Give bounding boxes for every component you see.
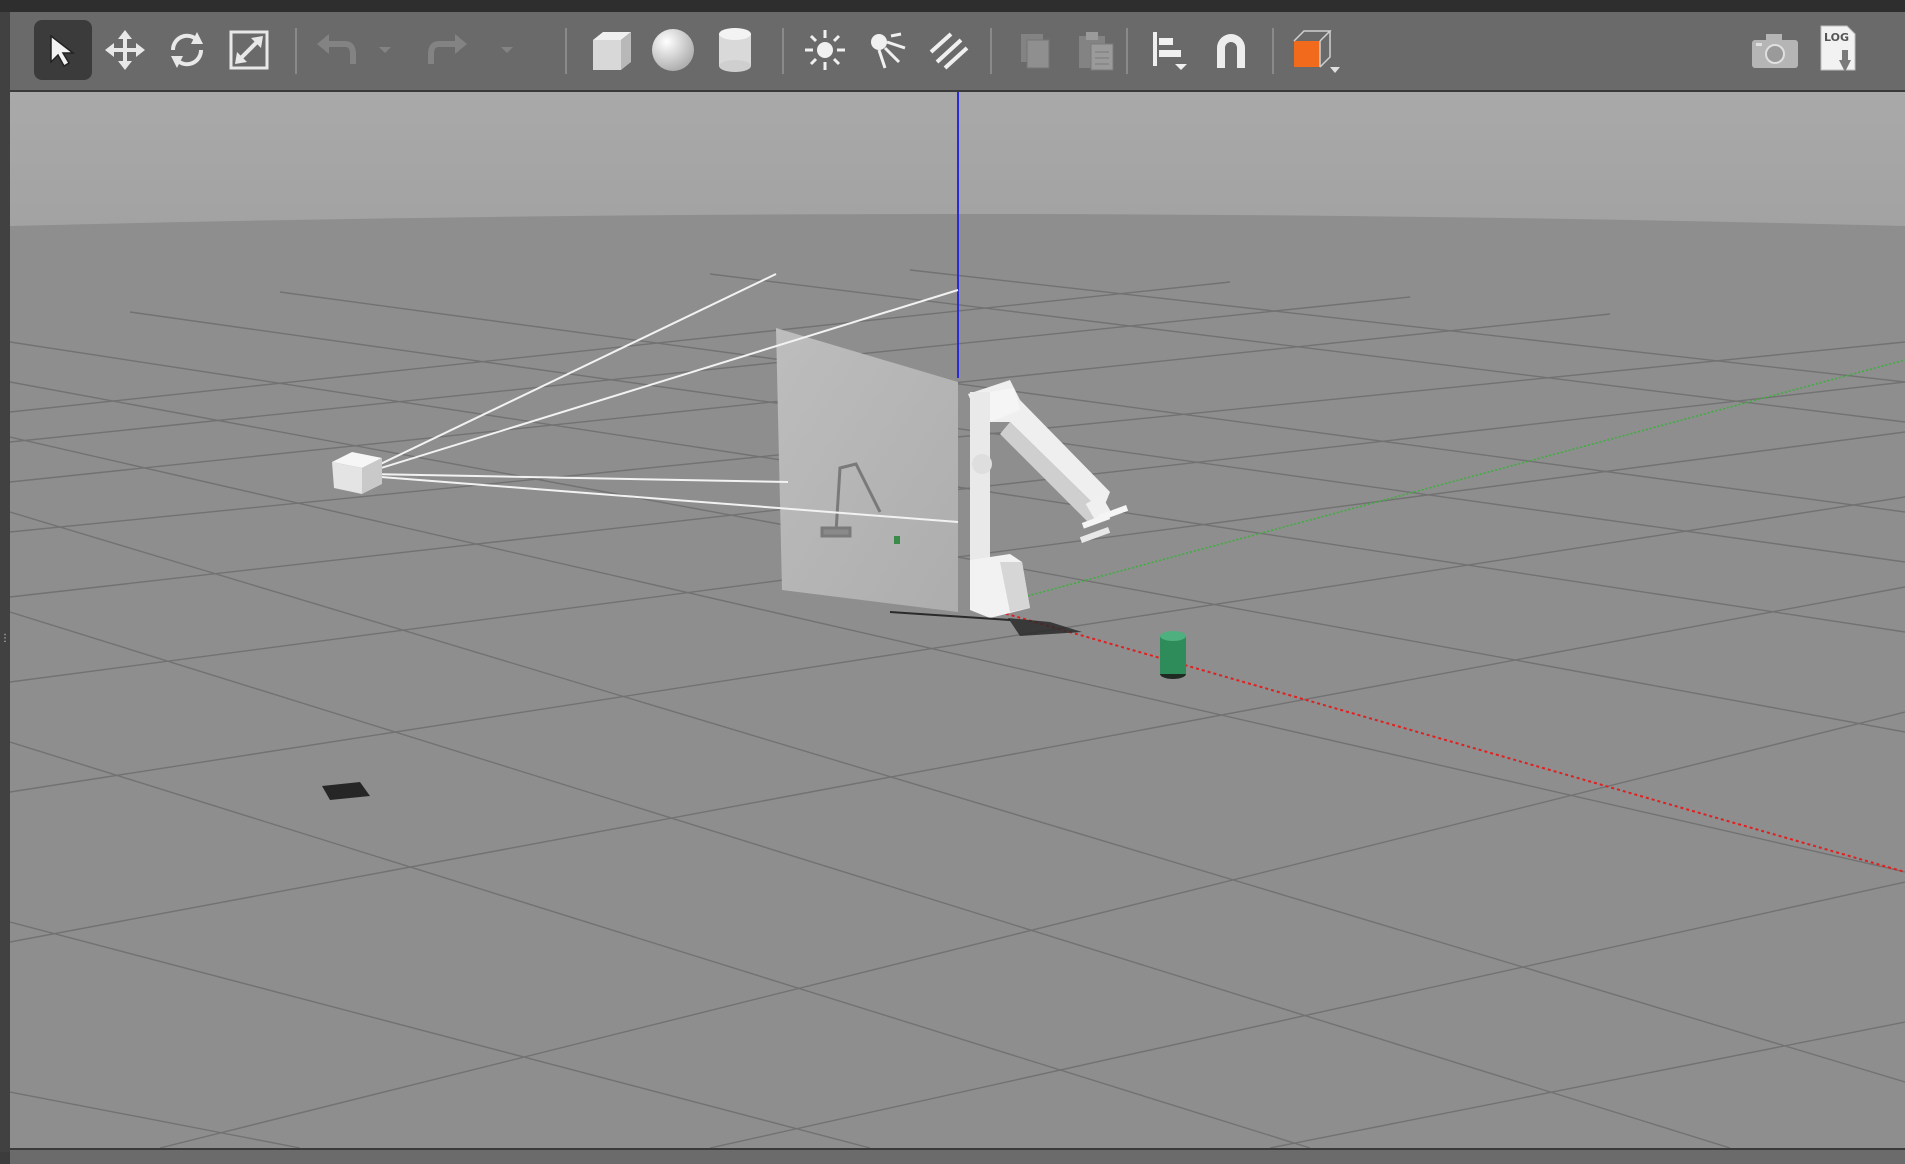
- sphere-shape-button[interactable]: [644, 20, 702, 80]
- 3d-scene-viewport[interactable]: [10, 92, 1905, 1148]
- point-light-icon: [805, 30, 845, 70]
- translate-tool-button[interactable]: [96, 20, 154, 80]
- left-panel-edge: ⋮: [0, 12, 10, 1152]
- align-button[interactable]: [1140, 20, 1198, 80]
- box-shape-icon: [593, 32, 631, 70]
- magnet-snap-icon: [1217, 34, 1245, 68]
- cylinder-shape-icon: [719, 28, 751, 72]
- toolbar-separator: [990, 28, 992, 74]
- camera-image-cylinder: [894, 536, 900, 544]
- toolbar-separator: [295, 28, 297, 74]
- scale-icon: [229, 30, 269, 70]
- log-label: LOG: [1824, 31, 1849, 44]
- point-light-button[interactable]: [796, 20, 854, 80]
- paste-icon: [1079, 32, 1114, 71]
- dropdown-arrow-icon: [379, 47, 391, 53]
- toolbar: LOG: [10, 12, 1905, 92]
- toolbar-separator: [565, 28, 567, 74]
- redo-history-dropdown[interactable]: [492, 20, 522, 80]
- panel-splitter-handle[interactable]: ⋮: [0, 634, 10, 652]
- select-arrow-icon: [50, 34, 76, 68]
- copy-button[interactable]: [1004, 20, 1062, 80]
- spot-light-icon: [871, 32, 906, 69]
- log-button[interactable]: LOG: [1810, 20, 1868, 80]
- view-angle-cube-icon: [1293, 30, 1340, 73]
- toolbar-separator: [1126, 28, 1128, 74]
- copy-icon: [1021, 34, 1050, 69]
- camera-sensor[interactable]: [332, 452, 382, 494]
- undo-button[interactable]: [306, 20, 364, 80]
- scale-tool-button[interactable]: [220, 20, 278, 80]
- directional-light-icon: [929, 32, 969, 70]
- title-strip: [0, 0, 1905, 12]
- undo-history-dropdown[interactable]: [370, 20, 400, 80]
- select-tool-button[interactable]: [34, 20, 92, 80]
- redo-icon: [428, 34, 467, 64]
- align-icon: [1153, 32, 1187, 70]
- paste-button[interactable]: [1066, 20, 1124, 80]
- cylinder-shape-button[interactable]: [706, 20, 764, 80]
- toolbar-separator: [1272, 28, 1274, 74]
- screenshot-button[interactable]: [1746, 20, 1804, 80]
- dropdown-arrow-icon: [501, 47, 513, 53]
- rotate-icon: [170, 32, 204, 68]
- camera-icon: [1752, 34, 1798, 68]
- sphere-shape-icon: [652, 29, 694, 71]
- spot-light-button[interactable]: [858, 20, 916, 80]
- green-cylinder[interactable]: [1160, 631, 1186, 679]
- status-bar: [10, 1148, 1905, 1164]
- snap-button[interactable]: [1202, 20, 1260, 80]
- translate-icon: [105, 30, 145, 70]
- view-angle-button[interactable]: [1286, 20, 1344, 80]
- directional-light-button[interactable]: [920, 20, 978, 80]
- log-record-icon: LOG: [1817, 24, 1861, 76]
- rotate-tool-button[interactable]: [158, 20, 216, 80]
- redo-button[interactable]: [420, 20, 478, 80]
- undo-icon: [317, 34, 356, 64]
- box-shape-button[interactable]: [582, 20, 640, 80]
- toolbar-separator: [782, 28, 784, 74]
- gazebo-window: ⋮ LOG: [0, 0, 1905, 1164]
